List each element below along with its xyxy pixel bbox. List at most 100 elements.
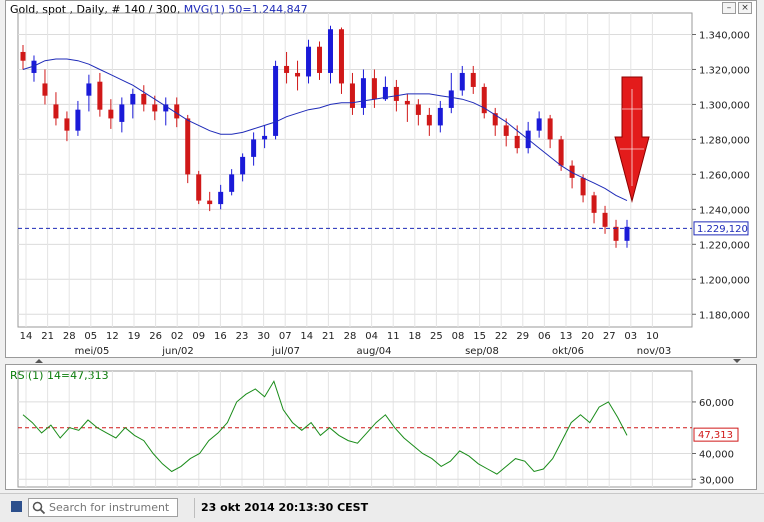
date-tick-label: 03 — [624, 331, 637, 342]
status-separator — [194, 498, 195, 518]
price-tick-label: 1.240,000 — [699, 205, 750, 216]
red-down-arrow-icon — [614, 76, 650, 203]
date-tick-label: 02 — [171, 331, 184, 342]
rsi-current-tag: 47,313 — [693, 427, 739, 442]
chart-application: Gold, spot , Daily, # 140 / 300, MVG(1) … — [0, 0, 764, 522]
candle-up — [536, 118, 542, 131]
current-price-tag: 1.229,120 — [693, 221, 749, 236]
candle-down — [185, 118, 191, 175]
month-tick-label: jun/02 — [161, 346, 194, 357]
candle-up — [229, 174, 235, 192]
candle-down — [207, 200, 213, 205]
search-icon[interactable] — [32, 501, 46, 515]
candle-up — [130, 93, 136, 105]
candle-down — [404, 100, 410, 105]
candle-up — [251, 139, 257, 157]
candle-down — [42, 83, 48, 96]
date-tick-label: 26 — [149, 331, 162, 342]
candle-down — [371, 78, 377, 100]
month-tick-label: okt/06 — [552, 346, 584, 357]
candle-up — [86, 83, 92, 96]
date-tick-label: 21 — [41, 331, 54, 342]
price-tick-label: 1.180,000 — [699, 310, 750, 321]
date-tick-label: 18 — [408, 331, 421, 342]
app-menu-icon[interactable] — [11, 501, 22, 512]
rsi-axis: 60,000 40,000 30,000 — [692, 398, 734, 486]
month-tick-label: aug/04 — [357, 346, 392, 357]
candle-down — [97, 81, 103, 110]
candle-up — [262, 135, 268, 140]
month-tick-label: sep/08 — [465, 346, 499, 357]
candle-down — [547, 118, 553, 140]
candle-up — [75, 109, 81, 131]
price-axis: 1.340,000 1.320,000 1.300,000 1.280,000 1.26… — [692, 30, 750, 321]
moving-average-line — [22, 58, 628, 202]
date-tick-label: 14 — [300, 331, 313, 342]
candle-down — [426, 114, 432, 126]
price-grid — [17, 12, 693, 328]
month-tick-label: jul/07 — [271, 346, 300, 357]
date-tick-label: 14 — [20, 331, 33, 342]
candle-down — [602, 212, 608, 227]
date-tick-label: 09 — [192, 331, 205, 342]
date-tick-label: 19 — [128, 331, 141, 342]
candle-up — [218, 191, 224, 205]
candle-down — [415, 104, 421, 115]
candle-up — [448, 90, 454, 108]
date-tick-label: 27 — [603, 331, 616, 342]
date-tick-label: 08 — [452, 331, 465, 342]
search-box[interactable] — [28, 498, 178, 517]
rsi-chart-svg[interactable]: 60,000 40,000 30,000 47,313 — [6, 365, 756, 489]
date-tick-label: 06 — [538, 331, 551, 342]
rsi-panel[interactable]: RSI(1) 14=47,313 60,000 40,000 30,000 47,3… — [5, 364, 757, 490]
candle-down — [152, 104, 158, 112]
date-tick-label: 28 — [63, 331, 76, 342]
candle-up — [327, 29, 333, 73]
month-tick-label: mei/05 — [75, 346, 110, 357]
month-tick-label: nov/03 — [637, 346, 671, 357]
divider-up-arrow-icon[interactable] — [35, 359, 43, 363]
candle-up — [624, 226, 630, 241]
search-input[interactable] — [49, 500, 175, 515]
price-tick-label: 1.300,000 — [699, 100, 750, 111]
date-tick-label: 16 — [214, 331, 227, 342]
status-bar: 23 okt 2014 20:13:30 CEST — [0, 493, 764, 522]
date-tick-label: 20 — [581, 331, 594, 342]
candle-down — [284, 65, 290, 73]
date-tick-label: 07 — [279, 331, 292, 342]
price-tick-label: 1.260,000 — [699, 170, 750, 181]
candle-down — [141, 93, 147, 105]
date-tick-label: 10 — [646, 331, 659, 342]
candle-up — [360, 78, 366, 108]
price-tick-label: 1.200,000 — [699, 275, 750, 286]
candle-up — [119, 104, 125, 122]
candle-up — [273, 65, 279, 136]
candle-down — [613, 226, 619, 241]
candle-down — [503, 125, 509, 136]
date-tick-label: 15 — [473, 331, 486, 342]
candle-down — [20, 51, 26, 61]
rsi-plot-border — [17, 370, 693, 488]
price-chart-svg[interactable]: 1.340,000 1.320,000 1.300,000 1.280,000 1.26… — [6, 1, 756, 357]
date-tick-label: 22 — [495, 331, 508, 342]
date-tick-label: 21 — [322, 331, 335, 342]
candle-up — [240, 156, 246, 175]
date-tick-label: 12 — [106, 331, 119, 342]
candle-down — [591, 195, 597, 213]
candle-down — [514, 135, 520, 149]
date-tick-label: 29 — [516, 331, 529, 342]
status-timestamp: 23 okt 2014 20:13:30 CEST — [201, 501, 369, 514]
date-tick-label: 30 — [257, 331, 270, 342]
rsi-tick-label: 40,000 — [699, 449, 734, 460]
price-tick-label: 1.220,000 — [699, 240, 750, 251]
candle-down — [64, 118, 70, 131]
price-tick-label: 1.340,000 — [699, 30, 750, 41]
candle-down — [558, 139, 564, 166]
price-tick-label: 1.320,000 — [699, 65, 750, 76]
price-chart-panel[interactable]: Gold, spot , Daily, # 140 / 300, MVG(1) … — [5, 0, 757, 358]
candle-down — [295, 72, 301, 77]
candle-up — [306, 46, 312, 77]
divider-down-arrow-icon[interactable] — [733, 359, 741, 363]
time-axis: 14 21 28 05 12 19 26 02 09 16 23 30 07 14 21 28 04 11 18 25… — [20, 331, 672, 357]
rsi-grid — [17, 370, 693, 488]
